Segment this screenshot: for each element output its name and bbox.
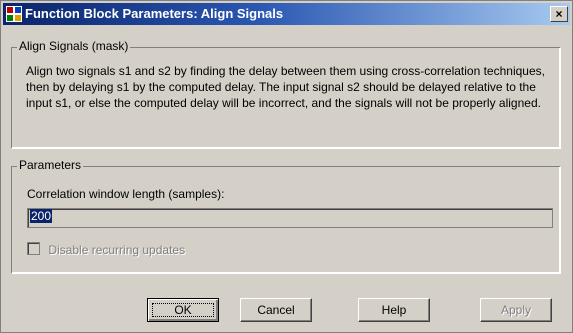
mask-group-legend: Align Signals (mask) — [17, 39, 131, 53]
cancel-button[interactable]: Cancel — [240, 298, 312, 322]
correlation-window-value: 200 — [30, 209, 53, 223]
ok-button-label: OK — [152, 303, 214, 317]
correlation-window-label: Correlation window length (samples): — [27, 187, 225, 201]
title-bar[interactable]: Function Block Parameters: Align Signals… — [3, 3, 570, 25]
parameters-group-legend: Parameters — [17, 158, 84, 172]
simulink-block-icon — [6, 6, 22, 22]
apply-button[interactable]: Apply — [480, 298, 552, 322]
ok-button[interactable]: OK — [147, 298, 219, 322]
disable-updates-row: Disable recurring updates — [27, 242, 185, 257]
mask-group: Align Signals (mask) Align two signals s… — [11, 39, 560, 148]
window-title: Function Block Parameters: Align Signals — [25, 6, 284, 21]
help-button[interactable]: Help — [358, 298, 430, 322]
disable-updates-label: Disable recurring updates — [48, 243, 186, 257]
disable-updates-checkbox[interactable] — [27, 242, 40, 255]
dialog-window: Function Block Parameters: Align Signals… — [0, 0, 573, 333]
correlation-window-input[interactable]: 200 — [27, 208, 553, 228]
mask-description: Align two signals s1 and s2 by finding t… — [26, 64, 545, 110]
parameters-group: Parameters Correlation window length (sa… — [11, 158, 560, 273]
close-icon[interactable]: × — [550, 6, 568, 22]
